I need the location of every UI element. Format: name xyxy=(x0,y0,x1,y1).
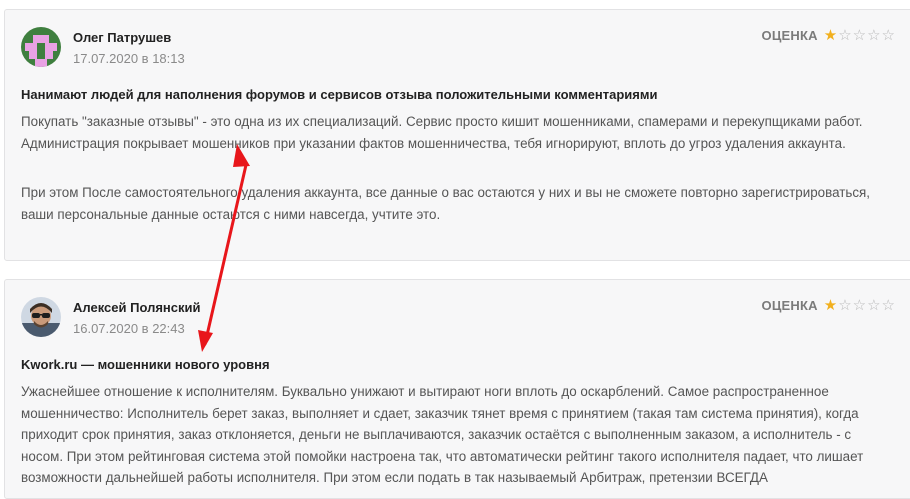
review-card: Алексей Полянский 16.07.2020 в 22:43 ОЦЕ… xyxy=(4,279,910,499)
review-card: Олег Патрушев 17.07.2020 в 18:13 ОЦЕНКА … xyxy=(4,9,910,261)
user-photo-icon xyxy=(21,297,61,337)
review-title: Нанимают людей для наполнения форумов и … xyxy=(21,87,658,102)
star-filled-icon: ★ xyxy=(823,27,838,44)
star-empty-icon: ☆ xyxy=(881,297,895,314)
rating: ОЦЕНКА ★ ☆ ☆ ☆ ☆ xyxy=(762,298,895,313)
review-paragraph: При этом После самостоятельного удаления… xyxy=(21,185,871,222)
star-empty-icon: ☆ xyxy=(881,27,895,44)
author-avatar[interactable] xyxy=(21,27,61,67)
rating-stars: ★ ☆ ☆ ☆ ☆ xyxy=(824,298,895,313)
rating-label: ОЦЕНКА xyxy=(761,298,818,313)
star-empty-icon: ☆ xyxy=(838,27,852,44)
author-avatar[interactable] xyxy=(21,297,61,337)
identicon-avatar-icon xyxy=(21,27,61,67)
star-empty-icon: ☆ xyxy=(838,297,852,314)
review-date: 17.07.2020 в 18:13 xyxy=(73,51,185,66)
star-empty-icon: ☆ xyxy=(852,297,867,314)
rating-label: ОЦЕНКА xyxy=(761,28,818,43)
author-name[interactable]: Алексей Полянский xyxy=(73,300,200,315)
review-title: Kwork.ru — мошенники нового уровня xyxy=(21,357,270,372)
review-paragraph: Покупать "заказные отзывы" - это одна из… xyxy=(21,114,863,151)
author-name[interactable]: Олег Патрушев xyxy=(73,30,171,45)
review-date: 16.07.2020 в 22:43 xyxy=(73,321,185,336)
star-empty-icon: ☆ xyxy=(867,27,881,44)
star-filled-icon: ★ xyxy=(823,297,838,314)
rating-stars: ★ ☆ ☆ ☆ ☆ xyxy=(824,28,895,43)
review-paragraph: Ужаснейшее отношение к исполнителям. Бук… xyxy=(21,384,864,485)
star-empty-icon: ☆ xyxy=(852,27,867,44)
star-empty-icon: ☆ xyxy=(867,297,881,314)
rating: ОЦЕНКА ★ ☆ ☆ ☆ ☆ xyxy=(762,28,895,43)
